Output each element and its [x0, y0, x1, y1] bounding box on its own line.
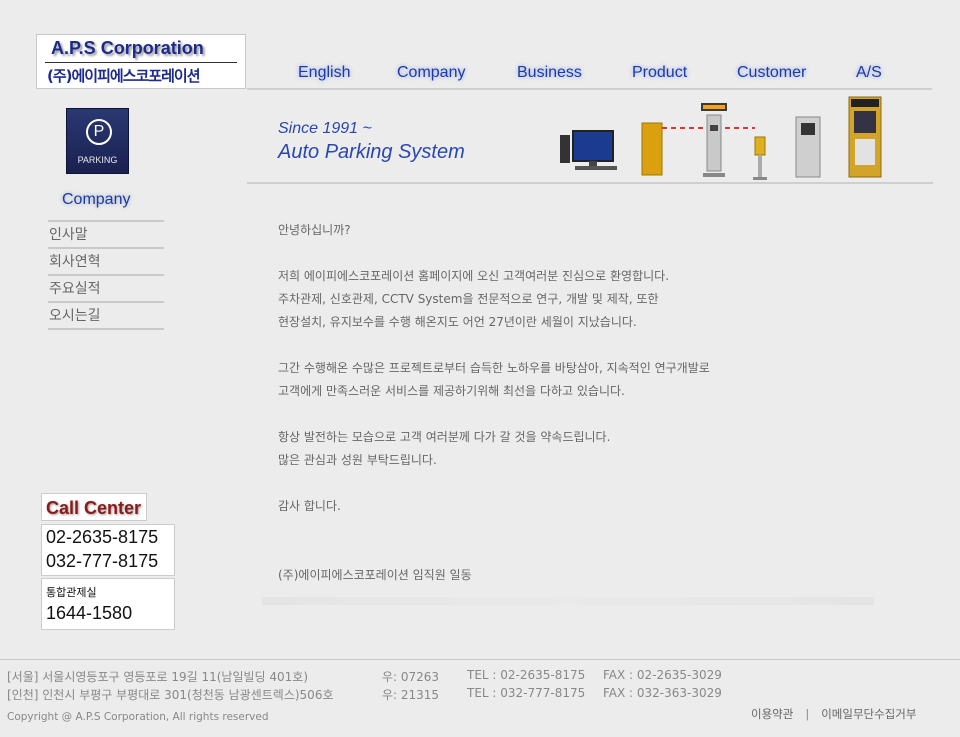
footer-incheon-row: [인천] 인천시 부평구 부평대로 301(청천동 남광센트렉스)506호 우:…	[7, 686, 747, 702]
nav-company[interactable]: Company	[397, 64, 465, 82]
nav-english[interactable]: English	[298, 64, 350, 82]
control-center-label: 통합관제실	[46, 586, 97, 599]
call-center-title: Call Center	[41, 493, 147, 521]
parking-icon: P PARKING	[66, 108, 129, 174]
parking-p-letter: P	[86, 119, 112, 145]
nav-product[interactable]: Product	[632, 64, 687, 82]
seoul-zip: 우: 07263	[382, 670, 440, 684]
parking-icon-label: PARKING	[77, 155, 118, 165]
greeting-line: 안녕하십니까?	[278, 223, 351, 237]
sidebar-item-history[interactable]: 회사연혁	[48, 247, 164, 274]
email-policy-link[interactable]: 이메일무단수집거부	[821, 707, 916, 721]
incheon-address: [인천] 인천시 부평구 부평대로 301(청천동 남광센트렉스)506호	[7, 688, 334, 702]
footer-seoul-row: [서울] 서울시영등포구 영등포로 19길 11(남일빌딩 401호) 우: 0…	[7, 668, 747, 684]
incheon-fax: FAX : 032-363-3029	[603, 686, 722, 700]
company-logo[interactable]: A.P.S Corporation (주)에이피에스코포레이션	[36, 34, 246, 89]
nav-customer[interactable]: Customer	[737, 64, 806, 82]
sidebar-item-greeting[interactable]: 인사말	[48, 220, 164, 247]
settlement-machine-icon	[848, 96, 882, 178]
ticket-machine-icon	[701, 103, 727, 177]
paragraph-line: 많은 관심과 성원 부탁드립니다.	[278, 453, 437, 467]
parking-equipment-illustration	[560, 96, 882, 180]
sidebar-item-achievements[interactable]: 주요실적	[48, 274, 164, 301]
nav-business[interactable]: Business	[517, 64, 582, 82]
barrier-gate-icon	[641, 122, 755, 176]
sidebar-menu: 인사말 회사연혁 주요실적 오시는길	[48, 220, 164, 330]
banner-tagline: Auto Parking System	[278, 141, 465, 163]
footer-links: 이용약관 | 이메일무단수집거부	[751, 707, 917, 721]
thanks-line: 감사 합니다.	[278, 499, 341, 513]
control-center-box: 통합관제실 1644-1580	[41, 578, 175, 630]
computer-icon	[560, 130, 617, 170]
control-center-phone: 1644-1580	[46, 603, 133, 623]
phone-seoul: 02-2635-8175	[46, 527, 159, 547]
greeting-content: 안녕하십니까? 저희 에이피에스코포레이션 홈페이지에 오신 고객여러분 진심으…	[278, 219, 878, 587]
terms-link[interactable]: 이용약관	[751, 707, 793, 721]
call-center-phones: 02-2635-8175 032-777-8175	[41, 524, 175, 576]
logo-divider	[45, 62, 237, 63]
incheon-tel: TEL : 032-777-8175	[467, 686, 586, 700]
payment-kiosk-icon	[795, 116, 821, 178]
incheon-zip: 우: 21315	[382, 688, 440, 702]
seoul-address: [서울] 서울시영등포구 영등포로 19길 11(남일빌딩 401호)	[7, 670, 309, 684]
paragraph-line: 그간 수행해온 수많은 프로젝트로부터 습득한 노하우를 바탕삼아, 지속적인 …	[278, 361, 710, 375]
nav-as[interactable]: A/S	[856, 64, 882, 82]
phone-incheon: 032-777-8175	[46, 551, 159, 571]
paragraph-line: 항상 발전하는 모습으로 고객 여러분께 다가 갈 것을 약속드립니다.	[278, 430, 611, 444]
seoul-fax: FAX : 02-2635-3029	[603, 668, 722, 682]
paragraph-line: 현장설치, 유지보수를 수행 해온지도 어언 27년이란 세월이 지났습니다.	[278, 315, 637, 329]
paragraph-line: 저희 에이피에스코포레이션 홈페이지에 오신 고객여러분 진심으로 환영합니다.	[278, 269, 670, 283]
logo-korean: (주)에이피에스코포레이션	[47, 67, 201, 85]
signature-line: (주)에이피에스코포레이션 임직원 일동	[278, 568, 472, 582]
sidebar-title: Company	[62, 191, 131, 208]
card-reader-icon	[753, 136, 767, 180]
footer-divider	[0, 659, 960, 660]
paragraph-line: 고객에게 만족스러운 서비스를 제공하기위해 최선을 다하고 있습니다.	[278, 384, 625, 398]
banner-since: Since 1991 ~	[278, 120, 372, 137]
copyright-text: Copyright @ A.P.S Corporation, All right…	[7, 711, 269, 723]
top-navigation: English Company Business Product Custome…	[280, 64, 910, 88]
content-shadow	[262, 597, 874, 605]
seoul-tel: TEL : 02-2635-8175	[467, 668, 586, 682]
paragraph-line: 주차관제, 신호관제, CCTV System을 전문적으로 연구, 개발 및 …	[278, 292, 659, 306]
sidebar-item-directions[interactable]: 오시는길	[48, 301, 164, 330]
logo-english: A.P.S Corporation	[51, 38, 204, 58]
banner-divider	[247, 182, 933, 184]
nav-divider	[247, 88, 932, 90]
